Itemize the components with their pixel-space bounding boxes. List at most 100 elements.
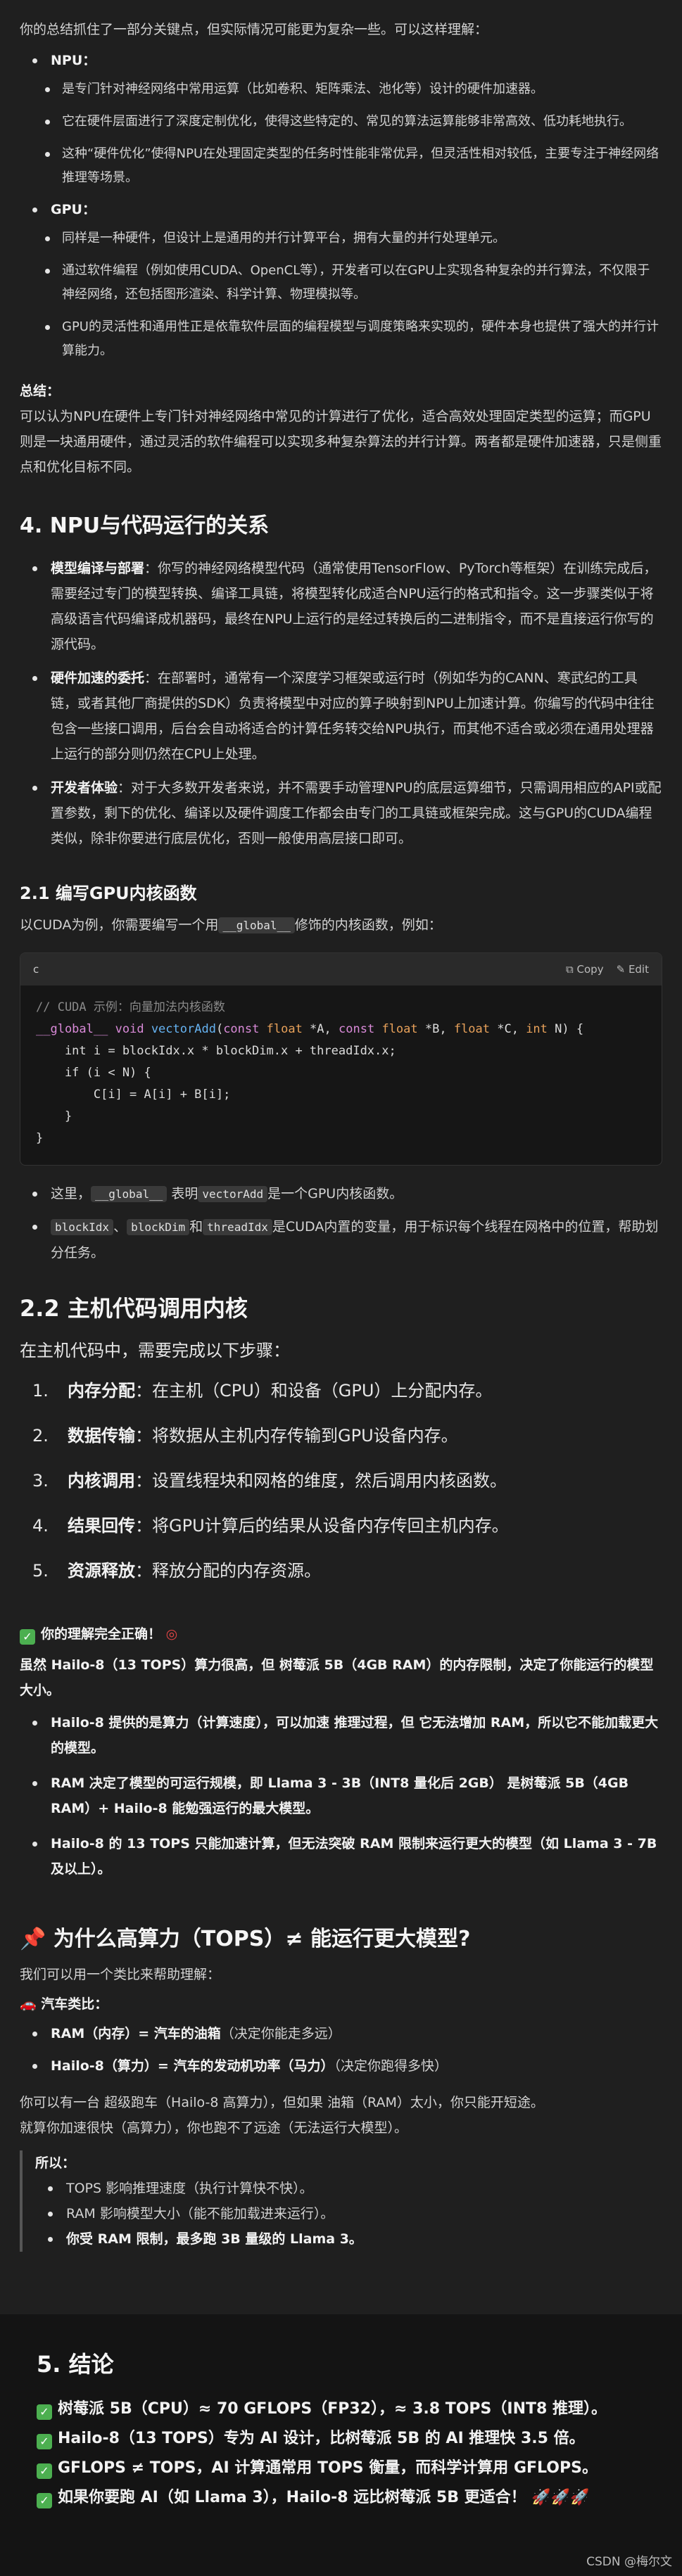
code-line: } [36,1131,44,1145]
note-item: 这里， __global__ 表明 vectorAdd 是一个GPU内核函数。 [20,1181,662,1207]
item-bold: 硬件加速的委托 [51,670,145,686]
item-bold: 开发者体验 [51,780,118,796]
step-number: 5. [32,1561,49,1581]
intro-b: 修饰的内核函数，例如： [294,917,442,933]
summary-text: 可以认为NPU在硬件上专门针对神经网络中常见的计算进行了优化，适合高效处理固定类… [20,409,662,475]
section21-notes: 这里， __global__ 表明 vectorAdd 是一个GPU内核函数。 blo… [20,1181,662,1265]
why-block: 📌 为什么高算力（TOPS）≠ 能运行更大模型? 我们可以用一个类比来帮助理解：… [20,1921,662,2252]
conclusion-text: 如果你要跑 AI（如 Llama 3），Hailo-8 远比树莓派 5B 更适合… [58,2489,526,2506]
step-text: ：设置线程块和网格的维度，然后调用内核函数。 [135,1471,507,1491]
inline-code: __global__ [218,917,295,933]
gpu-item: GPU的灵活性和通用性正是依靠软件层面的编程模型与调度策略来实现的，硬件本身也提… [20,315,662,363]
why-heading: 📌 为什么高算力（TOPS）≠ 能运行更大模型? [20,1921,662,1952]
correct-title-text: 你的理解完全正确！ [41,1626,162,1642]
step-item: 4. 结果回传：将GPU计算后的结果从设备内存传回主机内存。 [20,1503,662,1548]
document: 你的总结抓住了一部分关键点，但实际情况可能更为复杂一些。可以这样理解： NPU：… [0,0,682,2252]
copy-button[interactable]: ⧉ Copy [566,963,604,976]
watermark: CSDN @梅尔文 [586,2555,672,2569]
code-line: } [36,1109,72,1123]
code-line: if (i < N) { [36,1066,151,1080]
conclusion-item: ✓ GFLOPS ≠ TOPS，AI 计算通常用 TOPS 衡量，而科学计算用 G… [37,2454,682,2483]
npu-item: 这种“硬件优化”使得NPU在处理固定类型的任务时性能非常优异，但灵活性相对较低，… [20,142,662,190]
copy-label: Copy [576,963,604,976]
so-list: TOPS 影响推理速度（执行计算快不快）。 RAM 影响模型大小（能不能加载进来… [35,2176,662,2252]
code-line: C[i] = A[i] + B[i]; [36,1088,231,1102]
pin-icon: 📌 [20,1927,46,1951]
note-text: 、 [113,1219,127,1235]
check-icon: ✓ [37,2404,52,2420]
section4-item: 硬件加速的委托：在部署时，通常有一个深度学习框架或运行时（例如华为的CANN、寒… [20,665,662,767]
step-number: 3. [32,1471,49,1491]
inline-code: blockIdx [51,1219,114,1235]
copy-icon: ⧉ [566,963,574,976]
step-item: 5. 资源释放：释放分配的内存资源。 [20,1548,662,1593]
section4-heading: 4. NPU与代码运行的关系 [20,514,270,538]
step-text: ：将GPU计算后的结果从设备内存传回主机内存。 [135,1516,509,1536]
edit-button[interactable]: ✎ Edit [617,963,649,976]
step-number: 2. [32,1426,49,1446]
car-item-bold: RAM（内存）= 汽车的油箱 [51,2026,221,2041]
item-text: ：对于大多数开发者来说，并不需要手动管理NPU的底层运算细节，只需调用相应的AP… [51,780,662,846]
so-item: TOPS 影响推理速度（执行计算快不快）。 [35,2176,662,2201]
conclusion-block: 5. 结论 ✓ 树莓派 5B（CPU）≈ 70 GFLOPS（FP32），≈ 3.… [0,2314,682,2576]
step-item: 2. 数据传输：将数据从主机内存传输到GPU设备内存。 [20,1413,662,1458]
car-item-text: （决定你能走多远） [220,2026,341,2041]
conclusion-text: 树莓派 5B（CPU）≈ 70 GFLOPS（FP32），≈ 3.8 TOPS（… [58,2400,607,2418]
inline-code: blockDim [127,1219,190,1235]
conclusion-heading: 5. 结论 [37,2351,114,2378]
why-heading-text: 为什么高算力（TOPS）≠ 能运行更大模型? [53,1927,471,1951]
car-title-text: 汽车类比： [41,1996,108,2012]
note-text: 表明 [171,1186,198,1201]
correct-list: Hailo-8 提供的是算力（计算速度），可以加速 推理过程，但 它无法增加 R… [20,1710,662,1882]
step-number: 4. [32,1516,49,1536]
step-number: 1. [32,1381,49,1401]
conclusion-text: Hailo-8（13 TOPS）专为 AI 设计，比树莓派 5B 的 AI 推理… [58,2430,585,2447]
npu-gpu-list: NPU： [20,48,662,73]
code-actions: ⧉ Copy ✎ Edit [566,963,649,976]
inline-code: __global__ [91,1186,168,1202]
intro-text: 你的总结抓住了一部分关键点，但实际情况可能更为复杂一些。可以这样理解： [20,22,488,37]
steps-list: 1. 内存分配：在主机（CPU）和设备（GPU）上分配内存。 2. 数据传输：将数据… [20,1368,662,1593]
correct-title: ✓ 你的理解完全正确！ ◎ [20,1621,662,1647]
code-block: c ⧉ Copy ✎ Edit // CUDA 示例：向量加法内核函数 __gl… [20,952,662,1166]
car-title: 🚗 汽车类比： [20,1991,662,2017]
car-item: Hailo-8（算力）= 汽车的发动机功率（马力）（决定你跑得多快） [20,2053,662,2079]
section21-intro: 以CUDA为例，你需要编写一个用 __global__ 修饰的内核函数，例如： [20,912,662,938]
correct-item: RAM 决定了模型的可运行规模，即 Llama 3 - 3B（INT8 量化后 … [20,1771,662,1821]
item-bold: 模型编译与部署 [51,561,145,576]
section4-list: 模型编译与部署：你写的神经网络模型代码（通常使用TensorFlow、PyTor… [20,556,662,851]
note-item: blockIdx、 blockDim 和 threadIdx 是CUDA内置的变量，用于… [20,1214,662,1265]
so-item: RAM 影响模型大小（能不能加载进来运行）。 [35,2201,662,2226]
conclusion-text: GFLOPS ≠ TOPS，AI 计算通常用 TOPS 衡量，而科学计算用 GF… [58,2459,598,2477]
intro-a: 以CUDA为例，你需要编写一个用 [20,917,219,933]
correct-item: Hailo-8 的 13 TOPS 只能加速计算，但无法突破 RAM 限制来运行… [20,1831,662,1882]
check-icon: ✓ [20,1629,35,1645]
step-text: ：在主机（CPU）和设备（GPU）上分配内存。 [135,1381,493,1401]
edit-icon: ✎ [616,963,626,976]
step-item: 1. 内存分配：在主机（CPU）和设备（GPU）上分配内存。 [20,1368,662,1413]
correct-block: ✓ 你的理解完全正确！ ◎ 虽然 Hailo-8（13 TOPS）算力很高，但 树… [20,1621,662,1882]
conclusion-item: ✓ 树莓派 5B（CPU）≈ 70 GFLOPS（FP32），≈ 3.8 TOPS… [37,2395,682,2424]
step-text: ：释放分配的内存资源。 [135,1561,321,1581]
step-text: ：将数据从主机内存传输到GPU设备内存。 [135,1426,458,1446]
step-bold: 数据传输 [68,1426,135,1446]
why-para2: 就算你加速很快（高算力），你也跑不了远途（无法运行大模型）。 [20,2120,408,2136]
so-quote: 所以： TOPS 影响推理速度（执行计算快不快）。 RAM 影响模型大小（能不能… [20,2150,662,2252]
so-title: 所以： [35,2155,76,2171]
check-icon: ✓ [37,2493,52,2508]
correct-para: 虽然 Hailo-8（13 TOPS）算力很高，但 树莓派 5B（4GB RAM… [20,1657,654,1698]
car-item-bold: Hailo-8（算力）= 汽车的发动机功率（马力） [51,2058,334,2074]
inline-code: vectorAdd [198,1186,268,1202]
step-bold: 内核调用 [68,1471,135,1491]
target-icon: ◎ [165,1626,178,1642]
why-intro: 我们可以用一个类比来帮助理解： [20,1967,221,1982]
conclusion-item: ✓ 如果你要跑 AI（如 Llama 3），Hailo-8 远比树莓派 5B 更适… [37,2483,682,2513]
note-text: 是一个GPU内核函数。 [267,1186,403,1201]
step-bold: 结果回传 [68,1516,135,1536]
gpu-item: 同样是一种硬件，但设计上是通用的并行计算平台，拥有大量的并行处理单元。 [20,227,662,250]
car-list: RAM（内存）= 汽车的油箱（决定你能走多远） Hailo-8（算力）= 汽车的… [20,2021,662,2079]
section22-heading: 2.2 主机代码调用内核 [20,1295,248,1322]
gpu-item: 通过软件编程（例如使用CUDA、OpenCL等），开发者可以在GPU上实现各种复… [20,259,662,307]
section4-item: 开发者体验：对于大多数开发者来说，并不需要手动管理NPU的底层运算细节，只需调用… [20,775,662,851]
conclusion-item: ✓ Hailo-8（13 TOPS）专为 AI 设计，比树莓派 5B 的 AI 推… [37,2424,682,2454]
